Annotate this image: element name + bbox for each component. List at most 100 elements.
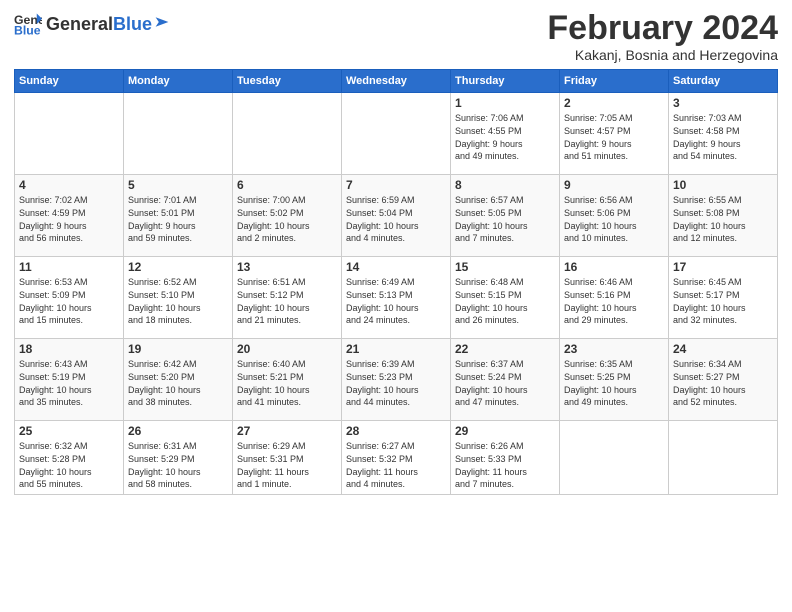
table-row: [233, 93, 342, 175]
table-row: 26 Sunrise: 6:31 AM Sunset: 5:29 PM Dayli…: [124, 421, 233, 494]
table-row: 13 Sunrise: 6:51 AM Sunset: 5:12 PM Dayli…: [233, 257, 342, 339]
table-row: 11Sunrise: 6:53 AM Sunset: 5:09 PM Dayli…: [15, 257, 124, 339]
header-sunday: Sunday: [15, 70, 124, 93]
table-row: 25 Sunrise: 6:32 AM Sunset: 5:28 PM Dayli…: [15, 421, 124, 494]
day-info: Sunrise: 7:00 AM Sunset: 5:02 PM Dayligh…: [237, 194, 337, 244]
page-container: General Blue GeneralBlue February 2024 K…: [0, 0, 792, 501]
table-row: 23Sunrise: 6:35 AM Sunset: 5:25 PM Dayli…: [560, 339, 669, 421]
day-info: Sunrise: 6:37 AM Sunset: 5:24 PM Dayligh…: [455, 358, 555, 408]
table-row: [560, 421, 669, 494]
day-number: 10: [673, 178, 773, 192]
logo: General Blue GeneralBlue: [14, 10, 170, 38]
day-info: Sunrise: 6:31 AM Sunset: 5:29 PM Dayligh…: [128, 440, 228, 490]
day-number: 1: [455, 96, 555, 110]
table-row: 19Sunrise: 6:42 AM Sunset: 5:20 PM Dayli…: [124, 339, 233, 421]
day-info: Sunrise: 6:34 AM Sunset: 5:27 PM Dayligh…: [673, 358, 773, 408]
day-number: 25: [19, 424, 119, 438]
header-wednesday: Wednesday: [342, 70, 451, 93]
table-row: 12Sunrise: 6:52 AM Sunset: 5:10 PM Dayli…: [124, 257, 233, 339]
day-info: Sunrise: 7:02 AM Sunset: 4:59 PM Dayligh…: [19, 194, 119, 244]
table-row: 24 Sunrise: 6:34 AM Sunset: 5:27 PM Dayli…: [669, 339, 778, 421]
day-info: Sunrise: 6:39 AM Sunset: 5:23 PM Dayligh…: [346, 358, 446, 408]
day-number: 28: [346, 424, 446, 438]
day-info: Sunrise: 6:51 AM Sunset: 5:12 PM Dayligh…: [237, 276, 337, 326]
table-row: 10 Sunrise: 6:55 AM Sunset: 5:08 PM Dayli…: [669, 175, 778, 257]
table-row: 28 Sunrise: 6:27 AM Sunset: 5:32 PM Dayli…: [342, 421, 451, 494]
day-info: Sunrise: 6:48 AM Sunset: 5:15 PM Dayligh…: [455, 276, 555, 326]
day-info: Sunrise: 7:05 AM Sunset: 4:57 PM Dayligh…: [564, 112, 664, 162]
header-monday: Monday: [124, 70, 233, 93]
table-row: 9 Sunrise: 6:56 AM Sunset: 5:06 PM Daylig…: [560, 175, 669, 257]
header: General Blue GeneralBlue February 2024 K…: [14, 10, 778, 63]
table-row: 20 Sunrise: 6:40 AM Sunset: 5:21 PM Dayli…: [233, 339, 342, 421]
day-number: 5: [128, 178, 228, 192]
table-row: 5 Sunrise: 7:01 AM Sunset: 5:01 PM Daylig…: [124, 175, 233, 257]
day-number: 13: [237, 260, 337, 274]
day-number: 6: [237, 178, 337, 192]
logo-blue-text: Blue: [113, 14, 152, 35]
day-number: 18: [19, 342, 119, 356]
day-info: Sunrise: 7:01 AM Sunset: 5:01 PM Dayligh…: [128, 194, 228, 244]
day-number: 14: [346, 260, 446, 274]
day-info: Sunrise: 6:27 AM Sunset: 5:32 PM Dayligh…: [346, 440, 446, 490]
day-number: 2: [564, 96, 664, 110]
table-row: [342, 93, 451, 175]
day-info: Sunrise: 7:03 AM Sunset: 4:58 PM Dayligh…: [673, 112, 773, 162]
svg-text:Blue: Blue: [14, 24, 41, 38]
table-row: [124, 93, 233, 175]
day-number: 4: [19, 178, 119, 192]
header-thursday: Thursday: [451, 70, 560, 93]
header-tuesday: Tuesday: [233, 70, 342, 93]
table-row: [15, 93, 124, 175]
day-info: Sunrise: 6:45 AM Sunset: 5:17 PM Dayligh…: [673, 276, 773, 326]
day-number: 8: [455, 178, 555, 192]
day-number: 24: [673, 342, 773, 356]
day-number: 27: [237, 424, 337, 438]
table-row: 6 Sunrise: 7:00 AM Sunset: 5:02 PM Daylig…: [233, 175, 342, 257]
table-row: 7 Sunrise: 6:59 AM Sunset: 5:04 PM Daylig…: [342, 175, 451, 257]
table-row: 15Sunrise: 6:48 AM Sunset: 5:15 PM Dayli…: [451, 257, 560, 339]
title-area: February 2024 Kakanj, Bosnia and Herzego…: [547, 10, 778, 63]
logo-icon: General Blue: [14, 10, 42, 38]
day-info: Sunrise: 6:55 AM Sunset: 5:08 PM Dayligh…: [673, 194, 773, 244]
table-row: 3 Sunrise: 7:03 AM Sunset: 4:58 PM Daylig…: [669, 93, 778, 175]
day-info: Sunrise: 6:49 AM Sunset: 5:13 PM Dayligh…: [346, 276, 446, 326]
weekday-header-row: Sunday Monday Tuesday Wednesday Thursday…: [15, 70, 778, 93]
location-subtitle: Kakanj, Bosnia and Herzegovina: [547, 47, 778, 63]
day-number: 17: [673, 260, 773, 274]
day-number: 11: [19, 260, 119, 274]
day-number: 9: [564, 178, 664, 192]
day-info: Sunrise: 6:46 AM Sunset: 5:16 PM Dayligh…: [564, 276, 664, 326]
table-row: 21 Sunrise: 6:39 AM Sunset: 5:23 PM Dayli…: [342, 339, 451, 421]
day-info: Sunrise: 6:59 AM Sunset: 5:04 PM Dayligh…: [346, 194, 446, 244]
day-info: Sunrise: 6:56 AM Sunset: 5:06 PM Dayligh…: [564, 194, 664, 244]
table-row: 27 Sunrise: 6:29 AM Sunset: 5:31 PM Dayli…: [233, 421, 342, 494]
day-info: Sunrise: 6:43 AM Sunset: 5:19 PM Dayligh…: [19, 358, 119, 408]
table-row: 22 Sunrise: 6:37 AM Sunset: 5:24 PM Dayli…: [451, 339, 560, 421]
day-info: Sunrise: 7:06 AM Sunset: 4:55 PM Dayligh…: [455, 112, 555, 162]
day-number: 22: [455, 342, 555, 356]
day-number: 26: [128, 424, 228, 438]
logo-arrow-icon: [154, 14, 170, 30]
day-info: Sunrise: 6:32 AM Sunset: 5:28 PM Dayligh…: [19, 440, 119, 490]
month-title: February 2024: [547, 10, 778, 47]
day-number: 3: [673, 96, 773, 110]
day-info: Sunrise: 6:26 AM Sunset: 5:33 PM Dayligh…: [455, 440, 555, 490]
table-row: 2 Sunrise: 7:05 AM Sunset: 4:57 PM Daylig…: [560, 93, 669, 175]
day-number: 21: [346, 342, 446, 356]
day-number: 7: [346, 178, 446, 192]
day-info: Sunrise: 6:42 AM Sunset: 5:20 PM Dayligh…: [128, 358, 228, 408]
table-row: 8Sunrise: 6:57 AM Sunset: 5:05 PM Daylig…: [451, 175, 560, 257]
day-number: 20: [237, 342, 337, 356]
day-number: 16: [564, 260, 664, 274]
table-row: 17 Sunrise: 6:45 AM Sunset: 5:17 PM Dayli…: [669, 257, 778, 339]
header-saturday: Saturday: [669, 70, 778, 93]
logo-general-text: General: [46, 14, 113, 35]
day-info: Sunrise: 6:40 AM Sunset: 5:21 PM Dayligh…: [237, 358, 337, 408]
table-row: 29Sunrise: 6:26 AM Sunset: 5:33 PM Dayli…: [451, 421, 560, 494]
table-row: 4 Sunrise: 7:02 AM Sunset: 4:59 PM Daylig…: [15, 175, 124, 257]
table-row: 14 Sunrise: 6:49 AM Sunset: 5:13 PM Dayli…: [342, 257, 451, 339]
table-row: 18 Sunrise: 6:43 AM Sunset: 5:19 PM Dayli…: [15, 339, 124, 421]
day-info: Sunrise: 6:29 AM Sunset: 5:31 PM Dayligh…: [237, 440, 337, 490]
header-friday: Friday: [560, 70, 669, 93]
